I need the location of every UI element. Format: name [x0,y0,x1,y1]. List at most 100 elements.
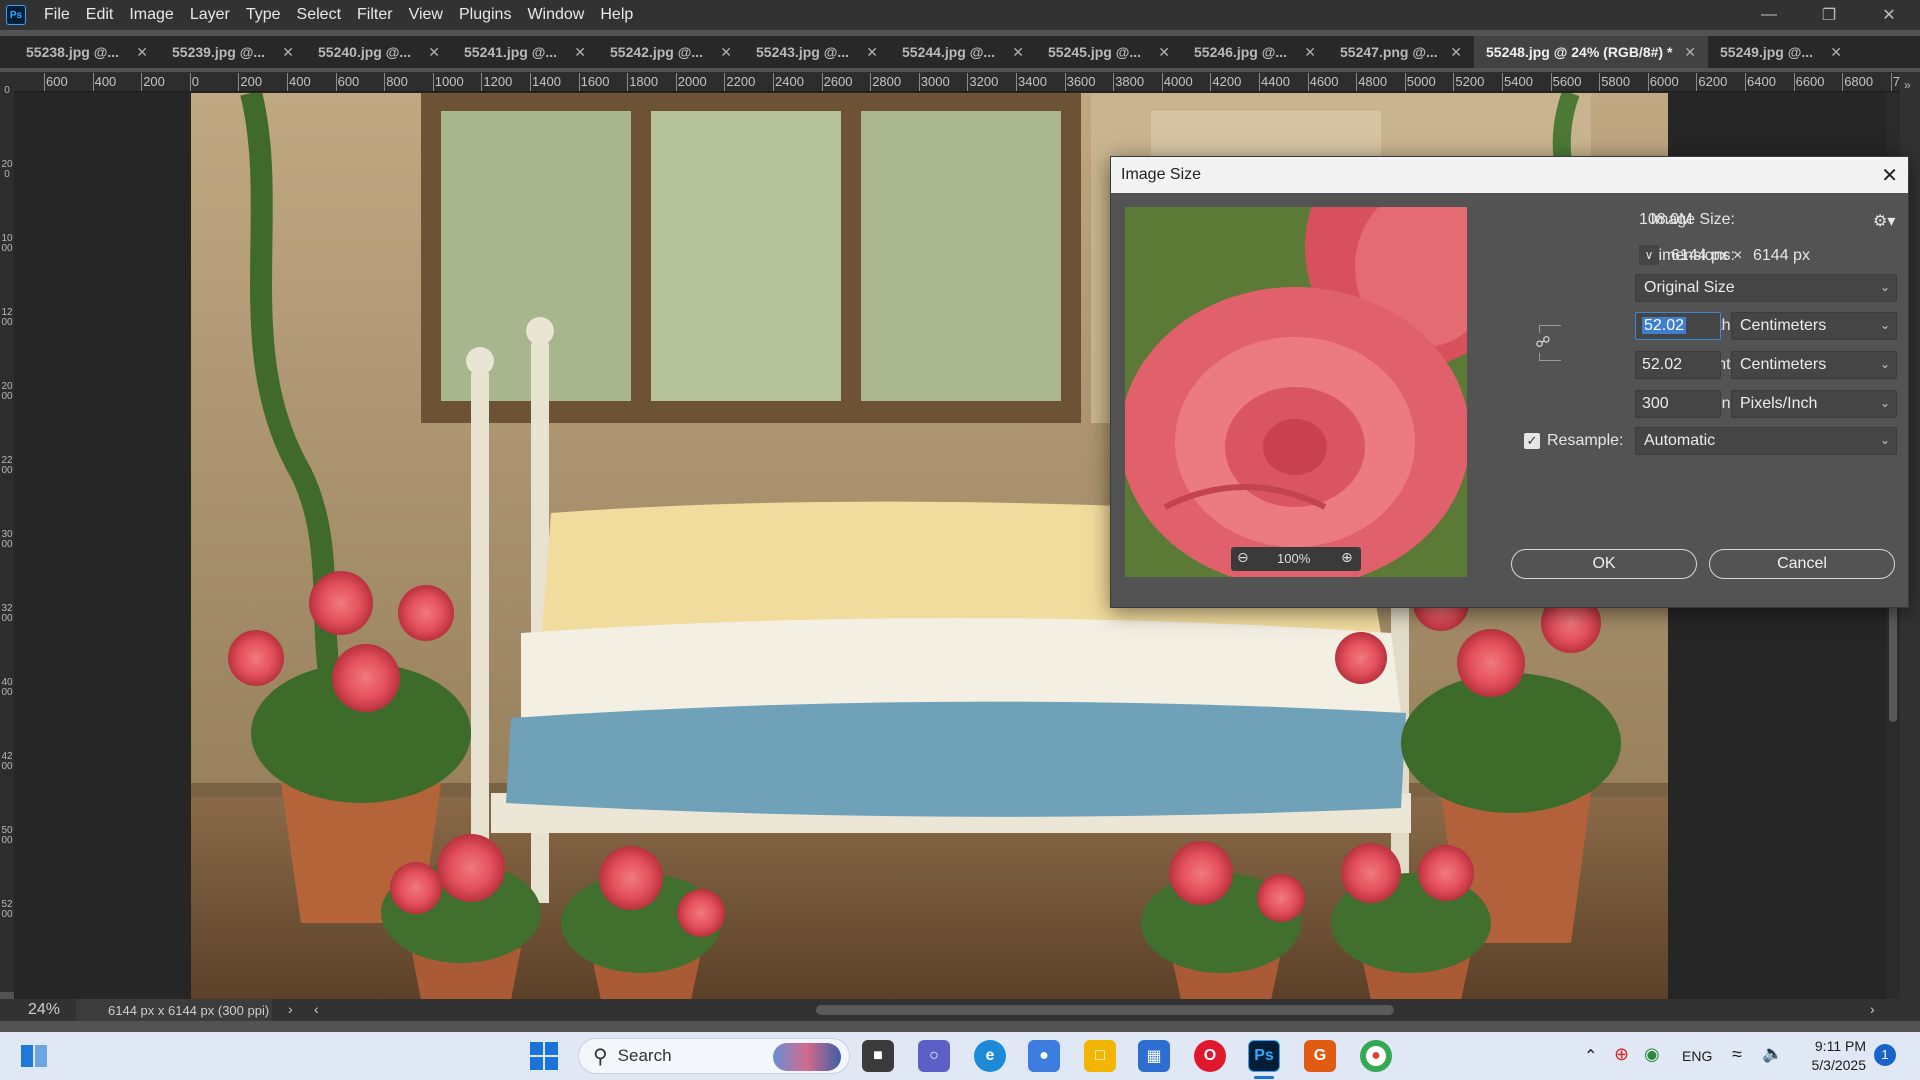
tray-chevron-up-icon[interactable]: ⌃ [1584,1046,1597,1066]
document-tab[interactable]: 55238.jpg @... ✕ [14,36,160,68]
clock-time[interactable]: 9:11 PM [1806,1038,1866,1054]
height-input[interactable]: 52.02 [1635,351,1721,379]
zoom-out-icon[interactable]: ⊖ [1237,549,1249,566]
height-unit: Centimeters [1740,356,1827,373]
photoshop-taskbar-icon[interactable]: Ps [1248,1040,1280,1072]
resolution-unit: Pixels/Inch [1740,395,1818,412]
document-tab[interactable]: 55243.jpg @... ✕ [744,36,890,68]
horizontal-ruler[interactable]: 600 400 200 0 200 400 600 800 1000 1200 1400 1600 18… [14,72,1900,92]
task-view-icon[interactable]: ■ [862,1040,894,1072]
hscroll-right-icon[interactable]: › [1870,1001,1875,1017]
image-preview[interactable]: ⊖ 100% ⊕ [1125,207,1467,577]
minimize-icon[interactable]: — [1746,0,1792,30]
dimensions-dropdown-icon[interactable]: ∨ [1639,245,1659,265]
height-unit-select[interactable]: Centimeters ⌄ [1731,351,1897,379]
teams-chat-icon[interactable]: ○ [918,1040,950,1072]
tab-close-icon[interactable]: ✕ [428,44,440,61]
microsoft-store-icon[interactable]: ▦ [1138,1040,1170,1072]
file-explorer-icon[interactable]: □ [1084,1040,1116,1072]
tab-close-icon[interactable]: ✕ [1158,44,1170,61]
menu-select[interactable]: Select [289,0,349,30]
vertical-scroll-thumb[interactable] [1889,602,1897,722]
document-tab[interactable]: 55242.jpg @... ✕ [598,36,744,68]
wifi-icon[interactable]: ≈ [1732,1044,1742,1065]
fit-to-select[interactable]: Original Size ⌄ [1635,274,1897,302]
document-tab[interactable]: 55248.jpg @ 24% (RGB/8#) * ✕ [1474,36,1708,68]
hscroll-left-icon[interactable]: ‹ [314,1001,319,1017]
width-value: 52.02 [1642,317,1687,334]
ruler-label: 2000 [677,74,707,89]
restore-icon[interactable]: ❐ [1806,0,1852,30]
volume-muted-icon[interactable]: 🔈 [1762,1044,1783,1064]
clock-date[interactable]: 5/3/2025 [1802,1057,1867,1073]
ok-button[interactable]: OK [1511,549,1697,579]
opera-icon[interactable]: O [1194,1040,1226,1072]
menu-layer[interactable]: Layer [182,0,238,30]
tab-close-icon[interactable]: ✕ [1012,44,1024,61]
menu-edit[interactable]: Edit [78,0,122,30]
zoom-level[interactable]: 24% [28,1001,60,1019]
vertical-ruler[interactable]: 0 200 1000 1200 2000 2200 3000 3200 4000 4200 5000… [0,72,14,992]
dialog-title-bar[interactable]: Image Size ✕ [1111,157,1908,193]
g-app-icon[interactable]: G [1304,1040,1336,1072]
ruler-label: 4000 [1,677,13,698]
tab-close-icon[interactable]: ✕ [574,44,586,61]
resample-checkbox[interactable]: ✓ [1524,433,1540,449]
chrome-icon[interactable]: ● [1360,1040,1392,1072]
resolution-input[interactable]: 300 [1635,390,1721,418]
document-tab[interactable]: 55246.jpg @... ✕ [1182,36,1328,68]
tab-close-icon[interactable]: ✕ [720,44,732,61]
width-input[interactable]: 52.02 [1635,312,1721,340]
tab-close-icon[interactable]: ✕ [282,44,294,61]
resolution-unit-select[interactable]: Pixels/Inch ⌄ [1731,390,1897,418]
close-icon[interactable]: ✕ [1881,163,1898,188]
tab-close-icon[interactable]: ✕ [1684,44,1696,61]
width-unit-select[interactable]: Centimeters ⌄ [1731,312,1897,340]
cancel-button[interactable]: Cancel [1709,549,1895,579]
notification-badge[interactable]: 1 [1874,1044,1896,1066]
horizontal-scroll-thumb[interactable] [816,1005,1394,1015]
document-tab[interactable]: 55239.jpg @... ✕ [160,36,306,68]
status-chevron-icon[interactable]: › [288,1001,293,1017]
document-tab[interactable]: 55244.jpg @... ✕ [890,36,1036,68]
tab-close-icon[interactable]: ✕ [1450,44,1462,61]
edge-icon[interactable]: e [974,1040,1006,1072]
zoom-in-icon[interactable]: ⊕ [1341,549,1353,566]
resample-select[interactable]: Automatic ⌄ [1635,427,1897,455]
document-tab[interactable]: 55245.jpg @... ✕ [1036,36,1182,68]
taskbar-search[interactable]: ⚲ Search [578,1038,850,1074]
ruler-tick [92,73,94,91]
tab-close-icon[interactable]: ✕ [136,44,148,61]
status-bar: 24% 6144 px x 6144 px (300 ppi) › ‹ › [0,999,1920,1021]
tray-security-icon[interactable]: ⊕ [1614,1044,1629,1065]
document-tab[interactable]: 55241.jpg @... ✕ [452,36,598,68]
start-windows-icon[interactable] [528,1040,560,1072]
close-window-icon[interactable]: ✕ [1866,0,1912,30]
ruler-label: 1400 [532,74,561,89]
chain-link-icon[interactable]: ☍ [1535,333,1551,353]
ruler-label: 4200 [1,751,13,772]
menu-file[interactable]: File [36,0,78,30]
menu-window[interactable]: Window [519,0,592,30]
menu-help[interactable]: Help [592,0,641,30]
menu-plugins[interactable]: Plugins [451,0,519,30]
ruler-label: 1200 [483,74,513,89]
document-tab[interactable]: 55240.jpg @... ✕ [306,36,452,68]
tray-network-globe-icon[interactable]: ◉ [1644,1044,1660,1065]
settings-gear-icon[interactable]: ⚙▾ [1873,211,1895,231]
ruler-label: 3800 [1115,74,1145,89]
menu-type[interactable]: Type [238,0,289,30]
menu-image[interactable]: Image [121,0,181,30]
document-tab[interactable]: 55249.jpg @... ✕ [1708,36,1854,68]
tab-close-icon[interactable]: ✕ [1304,44,1316,61]
ruler-tick [481,73,483,91]
widgets-icon[interactable] [18,1040,50,1072]
tab-close-icon[interactable]: ✕ [866,44,878,61]
menu-view[interactable]: View [401,0,451,30]
copilot-icon[interactable]: ● [1028,1040,1060,1072]
document-tab[interactable]: 55247.png @... ✕ [1328,36,1474,68]
panel-collapse-icon[interactable]: » [1904,78,1911,92]
tab-close-icon[interactable]: ✕ [1830,44,1842,61]
menu-filter[interactable]: Filter [349,0,401,30]
language-indicator[interactable]: ENG [1682,1048,1712,1064]
